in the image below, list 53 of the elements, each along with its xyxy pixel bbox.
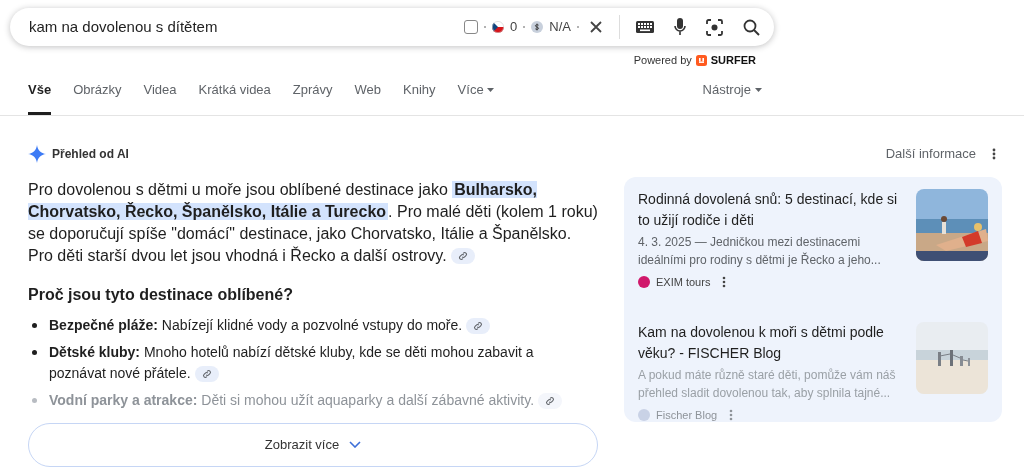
source-snippet: A pokud máte různě staré děti, pomůže vám náš přehled sladit dovolenou tak, aby splnila tajné... [638, 367, 897, 402]
checkbox[interactable] [464, 20, 479, 34]
search-tab[interactable]: Krátká videa [198, 68, 271, 115]
microphone-icon[interactable] [674, 18, 686, 36]
powered-by-text: Powered by [633, 53, 692, 68]
caret-icon [486, 88, 494, 92]
search-tab[interactable]: Knihy [403, 68, 436, 115]
search-tab[interactable]: Web [354, 68, 382, 115]
source-site: EXIM tours [656, 274, 711, 290]
dollar-icon [531, 21, 544, 33]
flag-icon [492, 21, 505, 33]
source-site: Fischer Blog [656, 408, 718, 422]
flag-count: 0 [510, 18, 518, 37]
link-chip[interactable] [194, 365, 219, 382]
bullet-icon [32, 397, 37, 403]
bullet-text: Bezpečné pláže: Nabízejí klidné vody a pozvolné vstupy do moře. [49, 314, 491, 336]
bullet-text: Dětské kluby: Mnoho hotelů nabízí dětské kluby, kde se děti mohou zabavit a poznávat nové přátele. [49, 342, 535, 384]
section-heading: Proč jsou tyto destinace oblíbené? [28, 284, 294, 305]
overview-title: Přehled od AI [52, 145, 129, 163]
link-chip[interactable] [538, 392, 563, 409]
surfer-logo-icon [695, 54, 707, 66]
sparkle-icon [28, 144, 46, 163]
brand-name: SURFER [710, 53, 756, 68]
search-tab[interactable]: Vše [28, 68, 52, 115]
search-tab[interactable]: Obrázky [73, 68, 122, 115]
source-title[interactable]: Rodinná dovolená snů: 5 destinací, kde si to užijí rodiče i děti [638, 188, 904, 231]
search-field[interactable]: kam na dovolenou s dítětem [29, 15, 465, 39]
link-chip[interactable] [466, 317, 491, 334]
bullet-text: Vodní parky a atrakce: Děti si mohou užít aquaparky a další zábavné aktivity. [49, 389, 563, 411]
link-icon [473, 320, 484, 331]
tools-button[interactable]: Nástroje [702, 68, 762, 115]
link-icon [545, 395, 556, 406]
summary-text: Pro dovolenou s dětmi u moře jsou oblíbené destinace jako Bulharsko, Chorvatsko, Řecko, Španělsko, Itálie a Turecko. Pro malé děti (kolem 1 roku) se doporučují spíše "domácí" destinace, jako Chorvatsko, Itálie a Španělsko. Pro děti starší dvou let jsou vhodná i Řecko a další ostrovy. [28, 179, 598, 267]
bullet-icon [32, 322, 37, 328]
chevron-down-icon [349, 441, 362, 448]
link-chip[interactable] [450, 248, 475, 265]
source-snippet: 4. 3. 2025 — Jedničkou mezi destinacemi ideálními pro rodiny s dětmi je Řecko a jeho... [638, 233, 882, 269]
search-tab[interactable]: Více [457, 68, 494, 115]
caret-icon [755, 88, 762, 92]
bullet-icon [32, 349, 37, 355]
search-icon[interactable] [743, 18, 760, 36]
source-title[interactable]: Kam na dovolenou k moři s dětmi podle věku? - FISCHER Blog [638, 322, 904, 364]
camera-icon[interactable] [706, 18, 723, 36]
link-icon [457, 251, 468, 262]
more-options-icon[interactable] [992, 147, 996, 160]
link-icon [201, 368, 212, 379]
more-options-icon[interactable] [722, 275, 727, 288]
search-tab[interactable]: Zprávy [292, 68, 333, 115]
keyboard-icon[interactable] [636, 21, 654, 33]
close-icon[interactable] [589, 20, 603, 34]
more-info-link[interactable]: Další informace [885, 143, 976, 164]
search-tab[interactable]: Videa [143, 68, 177, 115]
price-value: N/A [549, 18, 571, 37]
